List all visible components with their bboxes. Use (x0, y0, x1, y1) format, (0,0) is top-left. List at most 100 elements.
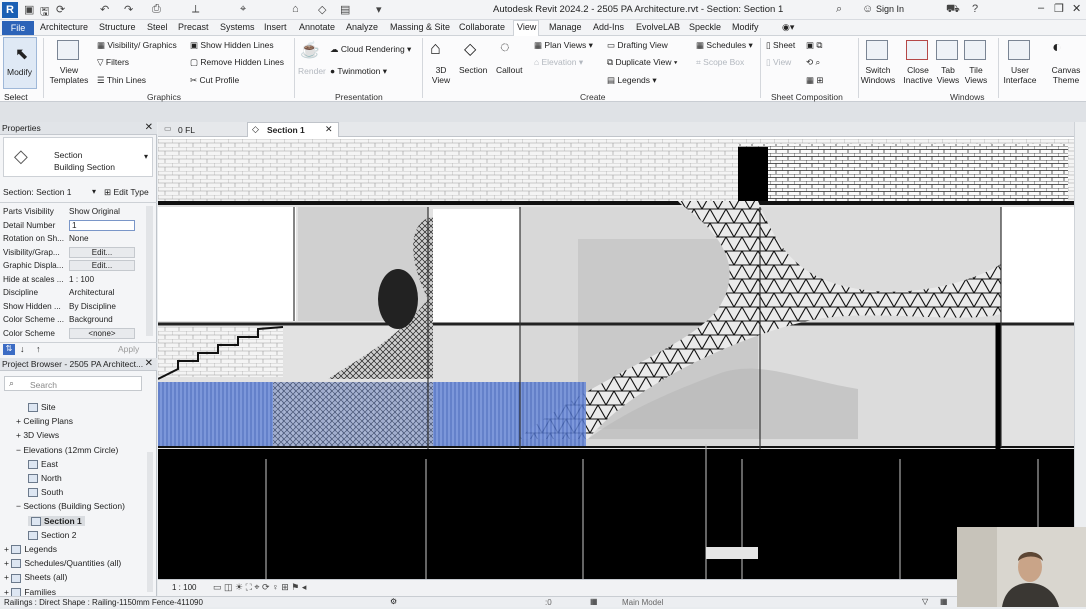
undo-icon[interactable]: ↶ (100, 3, 109, 16)
elevation-button[interactable]: ⌂ Elevation ▾ (534, 57, 583, 68)
editable-only-icon[interactable]: ▦ (940, 597, 948, 606)
redo-icon[interactable]: ↷ (124, 3, 133, 16)
tab-manage[interactable]: Manage (549, 22, 582, 32)
select-dropdown[interactable]: Select (4, 92, 28, 102)
properties-scrollbar[interactable] (146, 206, 153, 336)
tab-add-ins[interactable]: Add-Ins (593, 22, 624, 32)
drafting-view-button[interactable]: ▭ Drafting View (607, 40, 668, 51)
browser-item[interactable]: East (28, 459, 58, 470)
browser-item[interactable]: + Schedules/Quantities (all) (4, 558, 121, 569)
tab-view[interactable]: View (517, 22, 536, 32)
view-templates-button[interactable]: View Templates (49, 65, 89, 85)
view-scale[interactable]: 1 : 100 (172, 583, 196, 592)
scope-box-button[interactable]: ⌗ Scope Box (696, 57, 744, 68)
tile-views-button[interactable]: Tile Views (962, 65, 990, 85)
view-place-button[interactable]: ▯ View (766, 57, 791, 68)
cart-icon[interactable]: ⛟ (946, 3, 960, 17)
tab-systems[interactable]: Systems (220, 22, 255, 32)
panel-toggle-icon[interactable]: ◉▾ (782, 22, 794, 33)
close-icon[interactable]: ✕ (145, 122, 153, 133)
canvas-theme-button[interactable]: Canvas Theme (1048, 65, 1084, 85)
browser-item[interactable]: North (28, 473, 62, 484)
tab-speckle[interactable]: Speckle (689, 22, 721, 32)
sheet-button[interactable]: ▯ Sheet (766, 40, 795, 51)
view-tab-0fl[interactable]: ▭ 0 FL (160, 123, 248, 137)
property-value-input[interactable]: 1 (69, 219, 135, 231)
default-3d-icon[interactable]: ⌂ (292, 3, 299, 15)
tab-massing-site[interactable]: Massing & Site (390, 22, 450, 32)
tab-file[interactable]: File (2, 21, 34, 35)
guide-grid-icon[interactable]: ▦ ⊞ (806, 75, 824, 86)
browser-item[interactable]: − Elevations (12mm Circle) (16, 445, 118, 455)
filters-button[interactable]: ▽ Filters (97, 57, 129, 68)
tag-icon[interactable]: ⌖ (240, 3, 246, 16)
show-hidden-lines-button[interactable]: ▣ Show Hidden Lines (190, 40, 274, 51)
thin-lines-button[interactable]: ☰ Thin Lines (97, 75, 146, 86)
property-edit-button[interactable]: Edit... (69, 260, 135, 271)
expand-icon[interactable]: + (4, 558, 11, 568)
sort-asc-icon[interactable]: ↓ (20, 344, 25, 354)
render-button[interactable]: Render (298, 66, 326, 76)
browser-item[interactable]: Site (28, 402, 56, 413)
tab-collaborate[interactable]: Collaborate (459, 22, 505, 32)
restore-icon[interactable]: ❐ (1054, 2, 1064, 15)
switch-windows-icon[interactable]: ▤ (340, 3, 350, 16)
main-model-select[interactable]: Main Model (622, 598, 663, 607)
remove-hidden-lines-button[interactable]: ▢ Remove Hidden Lines (190, 57, 284, 68)
close-inactive-button[interactable]: Close Inactive (900, 65, 936, 85)
help-icon[interactable]: ? (972, 3, 978, 15)
detail-level-icon[interactable]: ▭ ◫ ☀ ⛶ ⌖ ⟳ ♀ ⊞ ⚑ ◂ (213, 582, 306, 593)
apply-button[interactable]: Apply (118, 344, 139, 354)
chevron-down-icon[interactable]: ▾ (92, 187, 96, 196)
callout-button[interactable]: Callout (496, 65, 522, 75)
tab-steel[interactable]: Steel (147, 22, 168, 32)
browser-item[interactable]: Section 1 (28, 515, 85, 526)
3d-view-button[interactable]: 3D View (431, 65, 451, 85)
user-interface-button[interactable]: User Interface (1002, 65, 1038, 85)
section-button[interactable]: Section (459, 65, 487, 75)
tab-insert[interactable]: Insert (264, 22, 287, 32)
close-icon[interactable]: ✕ (325, 124, 333, 135)
browser-item[interactable]: Section 2 (28, 530, 76, 541)
schedules-button[interactable]: ▦ Schedules ▾ (696, 40, 753, 51)
tab-views-button[interactable]: Tab Views (934, 65, 962, 85)
design-options-icon[interactable]: ▦ (590, 597, 598, 606)
customize-qat-icon[interactable]: ▾ (376, 3, 382, 16)
filter-icon[interactable]: ▽ (922, 597, 928, 606)
edit-type-button[interactable]: ⊞ Edit Type (104, 187, 149, 198)
expand-icon[interactable]: + (4, 572, 11, 582)
tab-annotate[interactable]: Annotate (299, 22, 335, 32)
measure-icon[interactable]: ⟂ (192, 3, 199, 16)
property-edit-button[interactable]: <none> (69, 327, 135, 339)
type-selector[interactable]: ◇ Section Building Section ▾ (3, 137, 153, 177)
browser-item[interactable]: South (28, 487, 63, 498)
visibility-graphics-button[interactable]: ▦ Visibility/ Graphics (97, 40, 177, 51)
browser-scrollbar[interactable] (147, 452, 153, 592)
tab-analyze[interactable]: Analyze (346, 22, 378, 32)
twinmotion-button[interactable]: ● Twinmotion ▾ (330, 66, 387, 77)
user-icon[interactable]: ☺ (862, 3, 873, 15)
search-icon[interactable]: ⌕ (836, 3, 842, 16)
legends-button[interactable]: ▤ Legends ▾ (607, 75, 657, 86)
modify-button[interactable]: ⬉ Modify (3, 37, 37, 89)
revisions-icon[interactable]: ⟲ ⌕ (806, 57, 820, 68)
plan-views-button[interactable]: ▦ Plan Views ▾ (534, 40, 593, 51)
print-icon[interactable]: ⎙ (152, 3, 161, 16)
tab-structure[interactable]: Structure (99, 22, 136, 32)
revit-logo[interactable]: R (2, 2, 18, 18)
expand-icon[interactable]: + (4, 544, 11, 554)
cut-profile-button[interactable]: ✂ Cut Profile (190, 75, 239, 86)
tab-evolvelab[interactable]: EvolveLAB (636, 22, 680, 32)
browser-item[interactable]: + Legends (4, 544, 57, 555)
title-block-icon[interactable]: ▣ ⧉ (806, 40, 822, 51)
instance-filter[interactable]: Section: Section 1 (3, 187, 72, 197)
browser-item[interactable]: + Ceiling Plans (16, 416, 73, 426)
browser-item[interactable]: − Sections (Building Section) (16, 501, 125, 511)
tab-modify[interactable]: Modify (732, 22, 759, 32)
switch-windows-button[interactable]: Switch Windows (860, 65, 896, 85)
sync-icon[interactable]: ⟳ (56, 3, 65, 16)
duplicate-view-button[interactable]: ⧉ Duplicate View ▾ (607, 57, 677, 68)
tab-precast[interactable]: Precast (178, 22, 209, 32)
worksharing-icon[interactable]: ⚙ (390, 597, 397, 606)
property-edit-button[interactable]: Edit... (69, 246, 135, 258)
